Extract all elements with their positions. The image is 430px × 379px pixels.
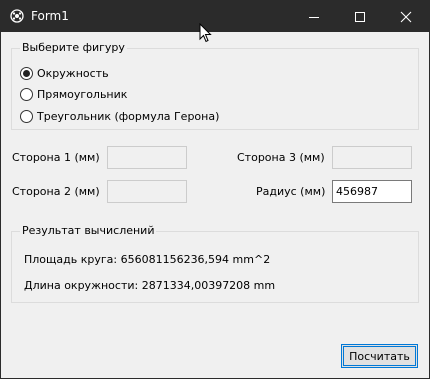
maximize-icon [355, 12, 365, 22]
minimize-icon [309, 17, 319, 18]
calculate-button[interactable]: Посчитать [341, 344, 418, 368]
radio-circle-label: Окружность [37, 66, 109, 80]
radio-triangle-indicator[interactable] [20, 109, 33, 123]
side2-label: Сторона 2 (мм) [12, 185, 100, 198]
title-bar[interactable]: Form1 [1, 1, 429, 32]
radio-rectangle-label: Прямоугольник [37, 87, 128, 101]
maximize-button[interactable] [337, 1, 383, 32]
minimize-button[interactable] [291, 1, 337, 32]
result-group: Результат вычислений Площадь круга: 6560… [11, 224, 419, 303]
app-icon [10, 9, 24, 23]
side1-input[interactable] [107, 146, 187, 169]
form-window: Form1 Выберите фигуру Окружность Прямоуг… [0, 0, 430, 379]
area-result: Площадь круга: 656081156236,594 mm^2 [24, 253, 271, 266]
result-group-title: Результат вычислений [20, 224, 157, 238]
radio-circle-indicator[interactable] [20, 66, 33, 80]
calculate-button-label: Посчитать [343, 346, 416, 366]
side1-label: Сторона 1 (мм) [12, 151, 100, 164]
window-title: Form1 [31, 9, 69, 23]
radio-rectangle-indicator[interactable] [20, 87, 33, 101]
close-icon [400, 11, 412, 23]
close-button[interactable] [383, 1, 429, 32]
shape-group: Выберите фигуру Окружность Прямоугольник… [11, 41, 419, 130]
radio-circle[interactable]: Окружность [20, 65, 109, 81]
radio-triangle-label: Треугольник (формула Герона) [37, 109, 220, 123]
side3-input[interactable] [332, 146, 412, 169]
side2-input[interactable] [107, 180, 187, 203]
circumference-result: Длина окружности: 2871334,00397208 mm [24, 279, 276, 292]
radius-input[interactable] [332, 180, 412, 203]
radius-label: Радиус (мм) [256, 185, 326, 198]
shape-group-title: Выберите фигуру [20, 41, 127, 55]
radio-triangle[interactable]: Треугольник (формула Герона) [20, 108, 219, 124]
side3-label: Сторона 3 (мм) [237, 151, 325, 164]
radio-rectangle[interactable]: Прямоугольник [20, 86, 127, 102]
mouse-cursor-icon [199, 23, 212, 43]
